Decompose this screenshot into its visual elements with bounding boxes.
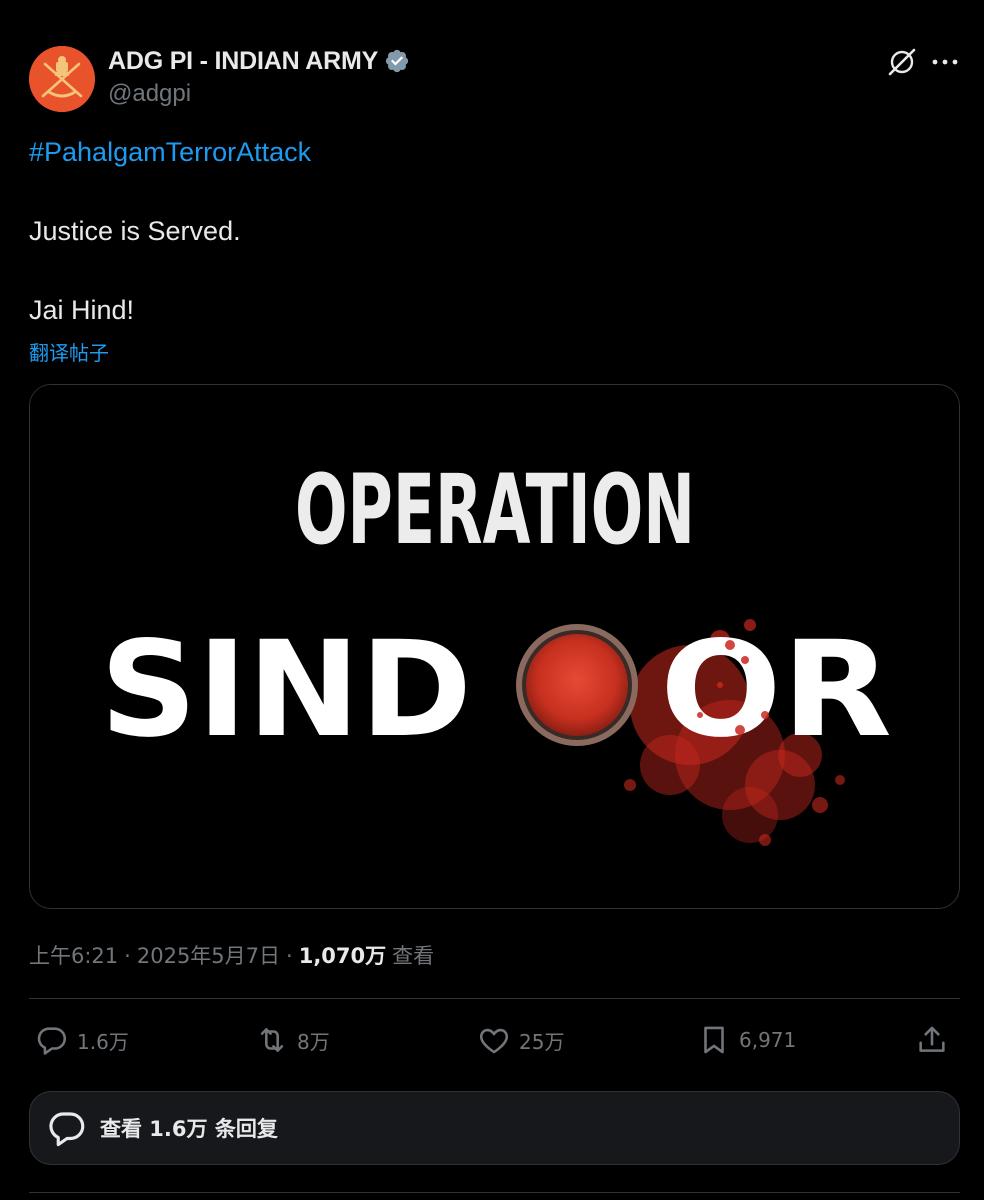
view-replies-label: 查看 1.6万 条回复 xyxy=(100,1117,278,1141)
avatar[interactable] xyxy=(29,46,95,112)
repost-icon xyxy=(260,1028,284,1052)
bookmark-count: 6,971 xyxy=(739,1028,797,1052)
verified-badge-icon xyxy=(385,49,409,73)
author-row[interactable]: ADG PI - INDIAN ARMY xyxy=(108,44,410,78)
reply-icon xyxy=(37,1027,67,1055)
action-bar: 1.6万 8万 25万 6,971 xyxy=(29,1018,960,1062)
post-date[interactable]: 2025年5月7日 xyxy=(137,940,280,970)
repost-count: 8万 xyxy=(297,1029,330,1054)
post-meta: 上午6:21 · 2025年5月7日 · 1,070万 查看 xyxy=(29,940,434,970)
more-icon[interactable] xyxy=(930,49,960,75)
post-page: ADG PI - INDIAN ARMY @adgpi #PahalgamTer… xyxy=(0,0,984,1200)
bookmark-icon xyxy=(704,1026,724,1054)
reply-button[interactable]: 1.6万 xyxy=(35,1018,129,1062)
indian-army-emblem-icon xyxy=(29,46,95,112)
bookmark-button[interactable]: 6,971 xyxy=(697,1018,796,1062)
display-name[interactable]: ADG PI - INDIAN ARMY xyxy=(108,47,378,76)
sindoor-title-left: SIND xyxy=(100,613,472,767)
share-icon xyxy=(919,1026,945,1052)
view-replies-button[interactable]: 查看 1.6万 条回复 xyxy=(29,1091,960,1165)
divider xyxy=(29,998,960,999)
post-time[interactable]: 上午6:21 xyxy=(29,940,118,970)
operation-title: OPERATION xyxy=(295,454,695,566)
post-text-line: Justice is Served. xyxy=(29,216,241,246)
like-icon xyxy=(479,1028,509,1054)
sindoor-title-right: OR xyxy=(660,613,892,767)
like-button[interactable]: 25万 xyxy=(477,1018,564,1062)
replies-bubble-icon xyxy=(49,1112,85,1147)
like-count: 25万 xyxy=(519,1029,565,1054)
hashtag-link[interactable]: #PahalgamTerrorAttack xyxy=(29,137,311,168)
post-text-line: Jai Hind! xyxy=(29,295,135,325)
views-label: 查看 xyxy=(392,944,435,968)
meta-separator: · xyxy=(286,944,293,968)
operation-sindoor-graphic: OPERATION SIND OR xyxy=(30,385,959,908)
reply-count: 1.6万 xyxy=(77,1029,129,1054)
meta-separator: · xyxy=(124,944,131,968)
views-count: 1,070万 xyxy=(298,944,387,968)
post-image[interactable]: OPERATION SIND OR xyxy=(29,384,960,909)
repost-button[interactable]: 8万 xyxy=(255,1018,330,1062)
author-handle[interactable]: @adgpi xyxy=(108,80,191,108)
translate-post-link[interactable]: 翻译帖子 xyxy=(29,337,109,366)
divider xyxy=(29,1192,960,1193)
grok-icon[interactable] xyxy=(886,46,918,78)
share-button[interactable] xyxy=(915,1018,949,1062)
sindoor-bowl xyxy=(516,624,638,746)
